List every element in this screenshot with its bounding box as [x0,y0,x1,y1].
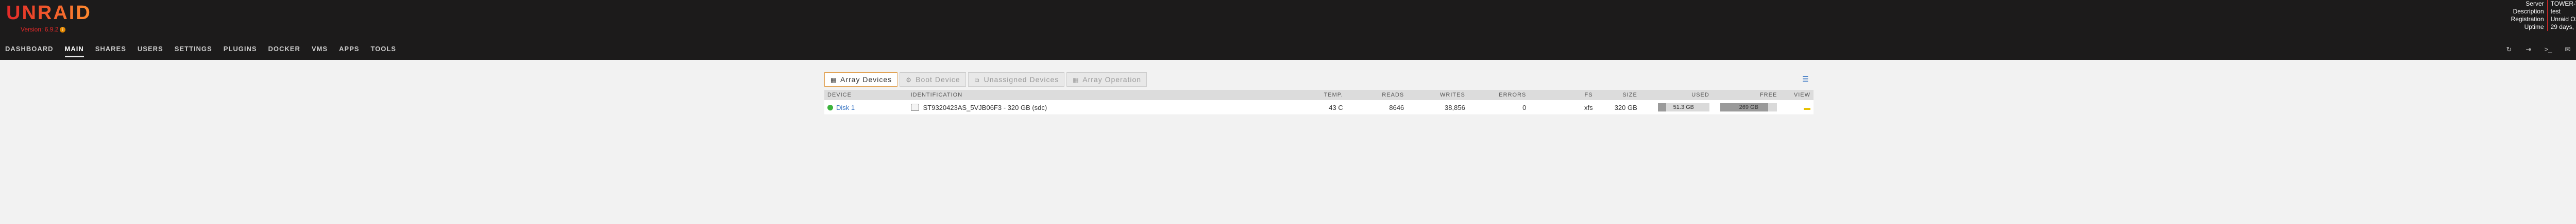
logo-wordmark: UNRAID [6,2,92,24]
tab-label: Unassigned Devices [984,75,1059,84]
table-header: DEVICE IDENTIFICATION TEMP. READS WRITES… [824,90,1814,100]
column-header-fs: FS [1529,90,1596,100]
server-info-value: 29 days, 3 hours [2547,23,2576,31]
server-info-value[interactable]: Unraid OS Pro [2547,15,2576,23]
array-icon: ▦ [830,76,837,84]
nav-tab-plugins[interactable]: PLUGINS [224,44,257,57]
nav-tab-main[interactable]: MAIN [64,44,84,57]
free-bar-text: 269 GB [1739,104,1758,111]
info-icon[interactable]: i [60,27,66,33]
column-header-reads: READS [1346,90,1408,100]
table-row: Disk 1 ST9320423AS_5VJB06F3 - 320 GB (sd… [824,100,1814,115]
version-text: Version: 6.9.2 [21,26,59,33]
top-header: UNRAID Version: 6.9.2i Server TOWER-WKR … [0,0,2576,60]
operation-icon: ▦ [1073,76,1079,84]
nav-tab-docker[interactable]: DOCKER [268,44,300,57]
server-info-key: Server [2526,0,2544,7]
column-header-free: FREE [1712,90,1781,100]
array-devices-table: DEVICE IDENTIFICATION TEMP. READS WRITES… [824,90,1814,115]
nav-tab-users[interactable]: USERS [138,44,163,57]
column-header-used: USED [1640,90,1713,100]
server-info-panel: Server TOWER-WKR • 192.168.1.42 Descript… [2503,0,2576,31]
boot-icon: ⚙ [906,76,912,84]
version-label[interactable]: Version: 6.9.2 i [21,26,66,33]
tab-boot-device[interactable]: ⚙ Boot Device [900,72,966,87]
nav-tab-dashboard[interactable]: DASHBOARD [5,44,54,57]
server-info-row: Description test [2503,8,2576,15]
unraid-logo[interactable]: UNRAID Version: 6.9.2 i [6,1,92,33]
device-cell: Disk 1 [824,100,908,115]
terminal-icon[interactable]: >_ [2544,45,2552,54]
free-cell: 269 GB [1712,100,1781,115]
disk-icon[interactable] [910,103,919,111]
server-info-key: Uptime [2524,23,2544,30]
tab-unassigned-devices[interactable]: ⧉ Unassigned Devices [968,72,1065,87]
server-info-row: Uptime 29 days, 3 hours [2503,23,2576,31]
column-header-view: VIEW [1780,90,1814,100]
reads-cell: 8646 [1346,100,1408,115]
table-view-toggle-icon[interactable]: ☰ [1802,75,1809,83]
main-nav: DASHBOARD MAIN SHARES USERS SETTINGS PLU… [0,43,2576,60]
column-header-temp: TEMP. [1307,90,1346,100]
tab-label: Array Devices [840,75,892,84]
tab-label: Array Operation [1082,75,1142,84]
server-info-row: Registration Unraid OS Pro [2503,15,2576,23]
feedback-icon[interactable]: ✉ [2564,45,2572,54]
view-cell: ▬ [1780,100,1814,115]
server-info-value: test [2547,8,2576,15]
unassigned-icon: ⧉ [974,76,980,84]
errors-cell: 0 [1468,100,1530,115]
server-info-key: Description [2513,8,2544,15]
used-bar-text: 51.3 GB [1673,104,1694,111]
nav-icon-bar: ↻ ⇥ >_ ✉ ▣ ▤ ? [2494,45,2576,54]
status-dot-icon [827,104,833,110]
temp-cell: 43 C [1307,100,1346,115]
size-cell: 320 GB [1596,100,1640,115]
writes-cell: 38,856 [1407,100,1468,115]
used-cell: 51.3 GB [1640,100,1713,115]
column-header-size: SIZE [1596,90,1640,100]
device-link[interactable]: Disk 1 [836,104,855,111]
column-header-identification: IDENTIFICATION [907,90,1308,100]
identification-cell: ST9320423AS_5VJB06F3 - 320 GB (sdc) [907,100,1308,115]
identification-text: ST9320423AS_5VJB06F3 - 320 GB (sdc) [923,103,1047,111]
folder-view-icon[interactable]: ▬ [1801,104,1810,111]
free-usage-bar: 269 GB [1720,103,1777,112]
column-header-device: DEVICE [824,90,908,100]
main-tabs: ▦ Array Devices ⚙ Boot Device ⧉ Unassigned … [824,72,1814,87]
nav-tab-vms[interactable]: VMS [312,44,328,57]
nav-tabs: DASHBOARD MAIN SHARES USERS SETTINGS PLU… [5,44,408,57]
nav-tab-tools[interactable]: TOOLS [370,44,396,57]
tab-array-devices[interactable]: ▦ Array Devices [824,72,898,87]
logout-icon[interactable]: ⇥ [2524,45,2533,54]
nav-tab-settings[interactable]: SETTINGS [175,44,212,57]
refresh-icon[interactable]: ↻ [2505,45,2513,54]
server-info-value: TOWER-WKR • 192.168.1.42 [2547,0,2576,8]
main-content: ▦ Array Devices ⚙ Boot Device ⧉ Unassigned … [824,72,1814,115]
server-info-key: Registration [2511,15,2544,23]
column-header-errors: ERRORS [1468,90,1530,100]
server-info-row: Server TOWER-WKR • 192.168.1.42 [2503,0,2576,8]
tab-array-operation[interactable]: ▦ Array Operation [1066,72,1147,87]
used-usage-bar: 51.3 GB [1657,103,1709,112]
column-header-writes: WRITES [1407,90,1468,100]
nav-tab-shares[interactable]: SHARES [95,44,126,57]
nav-tab-apps[interactable]: APPS [339,44,359,57]
tab-label: Boot Device [916,75,960,84]
fs-cell: xfs [1529,100,1596,115]
